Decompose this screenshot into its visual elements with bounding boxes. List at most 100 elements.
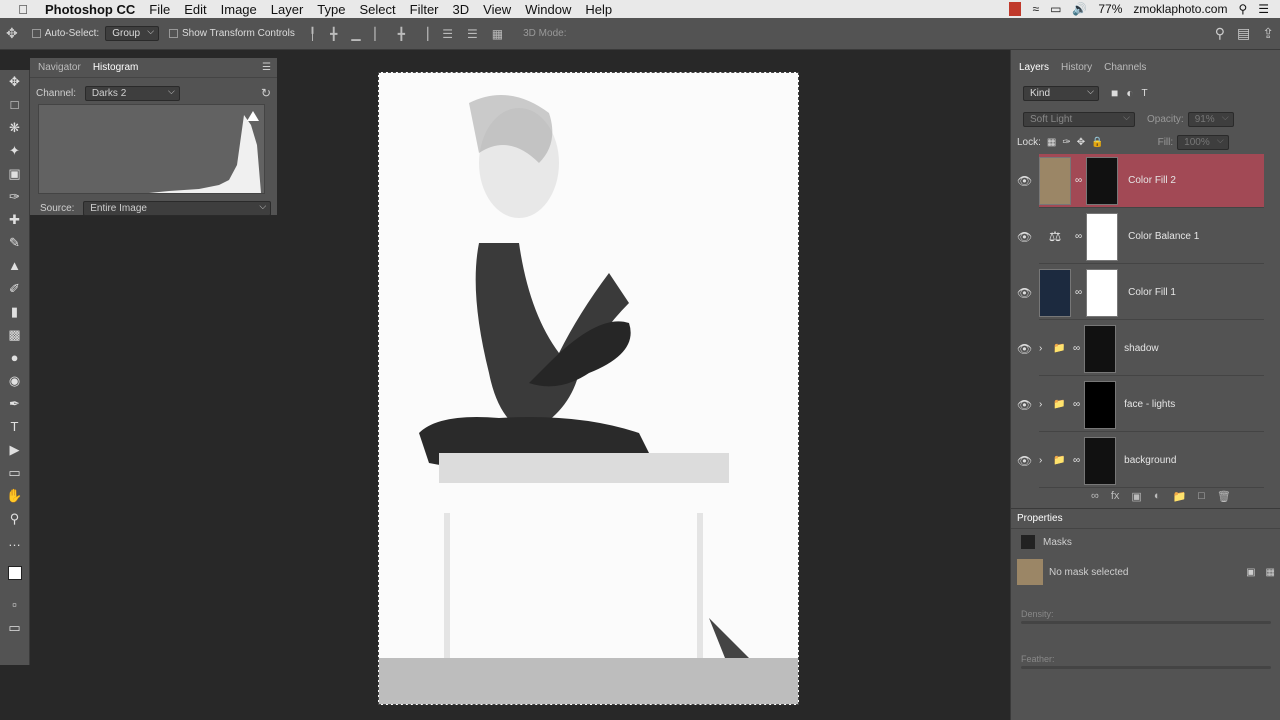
magic-wand-tool-icon[interactable]: ✦ bbox=[0, 139, 29, 162]
wifi-icon[interactable]: ≈ bbox=[1032, 2, 1039, 16]
add-vector-mask-icon[interactable]: ▦ bbox=[1266, 567, 1275, 578]
align-middle-icon[interactable]: ╋ bbox=[330, 27, 337, 41]
tab-channels[interactable]: Channels bbox=[1104, 62, 1146, 73]
mask-thumbnail[interactable] bbox=[1084, 380, 1117, 429]
layer-color-fill-1[interactable]: 👁 ∞ Color Fill 1 bbox=[1017, 266, 1264, 320]
visibility-eye-icon[interactable]: 👁 bbox=[1017, 286, 1032, 300]
brush-tool-icon[interactable]: ✎ bbox=[0, 231, 29, 254]
distribute-v-icon[interactable]: ☰ bbox=[467, 27, 478, 41]
volume-icon[interactable]: 🔊 bbox=[1072, 2, 1087, 16]
color-swatches[interactable] bbox=[0, 553, 29, 593]
move-tool-icon[interactable]: ✥ bbox=[0, 70, 29, 93]
menu-select[interactable]: Select bbox=[359, 2, 395, 17]
lock-position-icon[interactable]: ✥ bbox=[1077, 137, 1085, 148]
mask-thumbnail[interactable] bbox=[1084, 436, 1117, 485]
filter-adjust-icon[interactable]: ◐ bbox=[1126, 86, 1133, 100]
mask-thumbnail[interactable] bbox=[1086, 212, 1119, 261]
apple-icon[interactable]:  bbox=[15, 2, 31, 17]
filter-kind-dropdown[interactable]: Kind bbox=[1023, 85, 1099, 101]
filter-pixel-icon[interactable]: ■ bbox=[1111, 86, 1118, 100]
feather-slider[interactable] bbox=[1021, 666, 1271, 669]
visibility-eye-icon[interactable]: 👁 bbox=[1017, 230, 1032, 244]
balance-icon[interactable]: ⚖ bbox=[1039, 228, 1071, 245]
distribute-icon[interactable]: ☰ bbox=[442, 27, 453, 41]
lock-transparent-icon[interactable]: ▦ bbox=[1047, 137, 1056, 148]
layer-color-balance-1[interactable]: 👁 ⚖ ∞ Color Balance 1 bbox=[1017, 210, 1264, 264]
menu-window[interactable]: Window bbox=[525, 2, 571, 17]
align-left-icon[interactable]: ▏ bbox=[375, 27, 384, 41]
tab-history[interactable]: History bbox=[1061, 62, 1092, 73]
marquee-tool-icon[interactable]: □ bbox=[0, 93, 29, 116]
healing-tool-icon[interactable]: ✚ bbox=[0, 208, 29, 231]
trash-icon[interactable]: 🗑 bbox=[1217, 490, 1231, 503]
tab-navigator[interactable]: Navigator bbox=[38, 62, 81, 73]
auto-align-icon[interactable]: ▦ bbox=[492, 27, 503, 41]
more-tools-icon[interactable]: … bbox=[0, 530, 29, 553]
layer-color-fill-2[interactable]: 👁 ∞ Color Fill 2 bbox=[1017, 154, 1264, 208]
link-layers-icon[interactable]: ∞ bbox=[1091, 490, 1099, 503]
type-tool-icon[interactable]: T bbox=[0, 415, 29, 438]
mask-thumbnail[interactable] bbox=[1086, 156, 1119, 205]
menu-file[interactable]: File bbox=[149, 2, 170, 17]
menu-filter[interactable]: Filter bbox=[410, 2, 439, 17]
visibility-eye-icon[interactable]: 👁 bbox=[1017, 454, 1032, 468]
align-top-icon[interactable]: ╿ bbox=[309, 27, 316, 41]
lock-pixels-icon[interactable]: ✑ bbox=[1062, 137, 1070, 148]
new-layer-icon[interactable]: □ bbox=[1198, 490, 1205, 503]
menu-type[interactable]: Type bbox=[317, 2, 345, 17]
menu-image[interactable]: Image bbox=[221, 2, 257, 17]
site-label[interactable]: zmoklaphoto.com bbox=[1133, 2, 1227, 16]
pen-tool-icon[interactable]: ✒ bbox=[0, 392, 29, 415]
layer-background[interactable]: 👁 › 📁 ∞ background bbox=[1017, 434, 1264, 488]
opacity-input[interactable]: 91% bbox=[1187, 111, 1234, 127]
lasso-tool-icon[interactable]: ❋ bbox=[0, 116, 29, 139]
visibility-eye-icon[interactable]: 👁 bbox=[1017, 174, 1032, 188]
add-pixel-mask-icon[interactable]: ▣ bbox=[1246, 567, 1255, 578]
transform-controls-checkbox[interactable]: Show Transform Controls bbox=[169, 28, 295, 39]
layer-shadow[interactable]: 👁 › 📁 ∞ shadow bbox=[1017, 322, 1264, 376]
expand-chevron-icon[interactable]: › bbox=[1039, 343, 1053, 354]
tab-layers[interactable]: Layers bbox=[1019, 62, 1049, 73]
search-icon[interactable]: ⚲ bbox=[1238, 2, 1247, 16]
search-icon[interactable]: ⚲ bbox=[1215, 25, 1225, 42]
quick-mask-icon[interactable]: ▫ bbox=[0, 593, 29, 616]
eyedropper-tool-icon[interactable]: ✑ bbox=[0, 185, 29, 208]
adjustment-icon[interactable]: ◐ bbox=[1154, 490, 1161, 503]
hand-tool-icon[interactable]: ✋ bbox=[0, 484, 29, 507]
expand-chevron-icon[interactable]: › bbox=[1039, 399, 1053, 410]
shape-tool-icon[interactable]: ▭ bbox=[0, 461, 29, 484]
history-brush-icon[interactable]: ✐ bbox=[0, 277, 29, 300]
blend-mode-dropdown[interactable]: Soft Light bbox=[1023, 111, 1135, 127]
battery-text[interactable]: 77% bbox=[1098, 2, 1122, 16]
filter-type-icon[interactable]: T bbox=[1142, 88, 1148, 99]
expand-chevron-icon[interactable]: › bbox=[1039, 455, 1053, 466]
align-bottom-icon[interactable]: ▁ bbox=[351, 27, 360, 41]
new-group-icon[interactable]: 📁 bbox=[1172, 490, 1186, 503]
layer-thumbnail[interactable] bbox=[1039, 268, 1071, 317]
menu-edit[interactable]: Edit bbox=[184, 2, 206, 17]
menu-extras-icon[interactable]: ☰ bbox=[1258, 2, 1269, 16]
panel-menu-icon[interactable]: ☰ bbox=[262, 62, 271, 73]
stamp-tool-icon[interactable]: ▲ bbox=[0, 254, 29, 277]
auto-select-dropdown[interactable]: Group bbox=[105, 26, 160, 41]
layer-thumbnail[interactable] bbox=[1039, 156, 1071, 205]
zoom-tool-icon[interactable]: ⚲ bbox=[0, 507, 29, 530]
document-canvas[interactable] bbox=[378, 72, 799, 705]
visibility-eye-icon[interactable]: 👁 bbox=[1017, 398, 1032, 412]
lock-all-icon[interactable]: 🔒 bbox=[1091, 137, 1103, 148]
gradient-tool-icon[interactable]: ▩ bbox=[0, 323, 29, 346]
mask-thumbnail[interactable] bbox=[1086, 268, 1119, 317]
blur-tool-icon[interactable]: ● bbox=[0, 346, 29, 369]
menu-layer[interactable]: Layer bbox=[271, 2, 304, 17]
layer-face-lights[interactable]: 👁 › 📁 ∞ face - lights bbox=[1017, 378, 1264, 432]
auto-select-checkbox[interactable]: Auto-Select: bbox=[31, 28, 99, 39]
fx-icon[interactable]: fx bbox=[1111, 490, 1120, 503]
dodge-tool-icon[interactable]: ◉ bbox=[0, 369, 29, 392]
workspace-icon[interactable]: ▤ bbox=[1237, 25, 1250, 42]
visibility-eye-icon[interactable]: 👁 bbox=[1017, 342, 1032, 356]
eraser-tool-icon[interactable]: ▮ bbox=[0, 300, 29, 323]
add-mask-icon[interactable]: ▣ bbox=[1131, 490, 1141, 503]
crop-tool-icon[interactable]: ▣ bbox=[0, 162, 29, 185]
move-tool-icon[interactable]: ✥ bbox=[6, 25, 18, 42]
align-right-icon[interactable]: ▕ bbox=[419, 27, 428, 41]
